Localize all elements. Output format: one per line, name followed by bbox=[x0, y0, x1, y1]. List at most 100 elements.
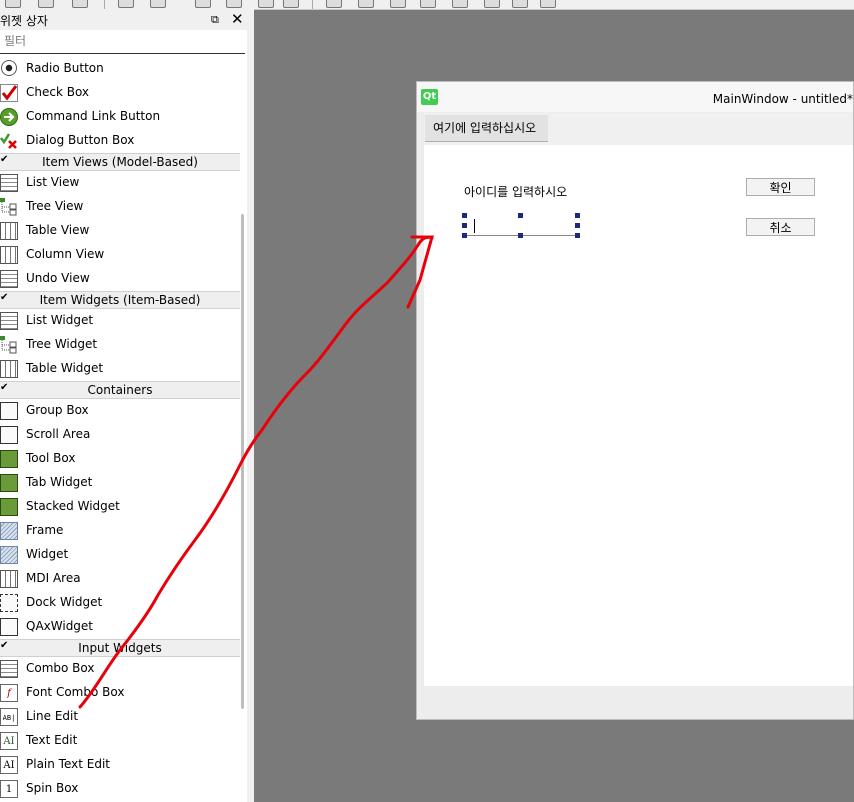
widget-item-label: Radio Button bbox=[26, 61, 104, 75]
filter-field[interactable] bbox=[0, 31, 245, 54]
widget-item-scroll-area[interactable]: Scroll Area bbox=[0, 423, 240, 447]
widget-item-label: Tool Box bbox=[26, 451, 76, 465]
line-edit-icon: AB| bbox=[0, 708, 18, 726]
table-widget-icon bbox=[0, 360, 18, 378]
id-label: 아이디를 입력하시오 bbox=[464, 185, 568, 199]
close-panel-icon[interactable]: ✕ bbox=[231, 10, 244, 28]
widget-item-column-view[interactable]: Column View bbox=[0, 243, 240, 267]
layout-grid-icon[interactable] bbox=[452, 0, 468, 8]
save-form-icon[interactable] bbox=[72, 0, 88, 8]
selection-handle[interactable] bbox=[575, 233, 580, 238]
widget-item-dialog-button-box[interactable]: Dialog Button Box bbox=[0, 129, 240, 153]
edit-tab-order-icon[interactable] bbox=[283, 0, 299, 8]
mdi-area-icon bbox=[0, 570, 18, 588]
selection-handle[interactable] bbox=[462, 223, 467, 228]
widget-item-label: Tree Widget bbox=[26, 337, 98, 351]
edit-buddies-icon[interactable] bbox=[258, 0, 274, 8]
category-label: Containers bbox=[87, 383, 153, 397]
selection-handle[interactable] bbox=[462, 233, 467, 238]
category-containers[interactable]: ✔ Containers bbox=[0, 381, 240, 399]
text-edit-icon: AI bbox=[0, 732, 18, 750]
widget-item-command-link-button[interactable]: Command Link Button bbox=[0, 105, 240, 129]
layout-vertical-icon[interactable] bbox=[358, 0, 374, 8]
widget-item-tab-widget[interactable]: Tab Widget bbox=[0, 471, 240, 495]
widget-item-table-widget[interactable]: Table Widget bbox=[0, 357, 240, 381]
category-label: Input Widgets bbox=[78, 641, 162, 655]
widget-item-stacked-widget[interactable]: Stacked Widget bbox=[0, 495, 240, 519]
edit-widgets-icon[interactable] bbox=[195, 0, 211, 8]
widget-item-plain-text-edit[interactable]: AI Plain Text Edit bbox=[0, 753, 240, 777]
selection-handle[interactable] bbox=[575, 223, 580, 228]
selection-handle[interactable] bbox=[518, 233, 523, 238]
widget-item-tool-box[interactable]: Tool Box bbox=[0, 447, 240, 471]
widget-item-combo-box[interactable]: Combo Box bbox=[0, 657, 240, 681]
widget-item-list-widget[interactable]: List Widget bbox=[0, 309, 240, 333]
widget-item-label: Widget bbox=[26, 547, 69, 561]
widget-item-qaxwidget[interactable]: QAxWidget bbox=[0, 615, 240, 639]
table-view-icon bbox=[0, 222, 18, 240]
widget-item-frame[interactable]: Frame bbox=[0, 519, 240, 543]
widget-item-radio-button[interactable]: Radio Button bbox=[0, 57, 240, 81]
widget-item-label: Line Edit bbox=[26, 709, 79, 723]
selection-handle[interactable] bbox=[518, 213, 523, 218]
qaxwidget-icon bbox=[0, 618, 18, 636]
dock-widget-icon bbox=[0, 594, 18, 612]
list-view-icon bbox=[0, 174, 18, 192]
panel-splitter[interactable] bbox=[247, 9, 254, 802]
layout-splitter-h-icon[interactable] bbox=[390, 0, 406, 8]
panel-scrollbar[interactable] bbox=[241, 214, 244, 709]
widget-item-label: Tab Widget bbox=[26, 475, 93, 489]
widget-item-table-view[interactable]: Table View bbox=[0, 219, 240, 243]
adjust-size-icon[interactable] bbox=[540, 0, 556, 8]
selection-handle[interactable] bbox=[462, 213, 467, 218]
cancel-button[interactable]: 취소 bbox=[746, 218, 815, 236]
edit-signals-icon[interactable] bbox=[226, 0, 242, 8]
widget-item-check-box[interactable]: Check Box bbox=[0, 81, 240, 105]
widget-item-list-view[interactable]: List View bbox=[0, 171, 240, 195]
widget-item-dock-widget[interactable]: Dock Widget bbox=[0, 591, 240, 615]
list-widget-icon bbox=[0, 312, 18, 330]
float-panel-icon[interactable]: ⧉ bbox=[211, 13, 219, 27]
widget-item-font-combo-box[interactable]: f Font Combo Box bbox=[0, 681, 240, 705]
copy-icon[interactable] bbox=[150, 0, 166, 8]
widget-item-label: Check Box bbox=[26, 85, 90, 99]
break-layout-icon[interactable] bbox=[512, 0, 528, 8]
widget-item-text-edit[interactable]: AI Text Edit bbox=[0, 729, 240, 753]
widget-list: Radio Button Check Box Command Link Butt… bbox=[0, 57, 240, 801]
widget-item-label: Stacked Widget bbox=[26, 499, 120, 513]
layout-form-icon[interactable] bbox=[484, 0, 500, 8]
widget-item-tree-widget[interactable]: Tree Widget bbox=[0, 333, 240, 357]
selection-handle[interactable] bbox=[575, 213, 580, 218]
scroll-area-icon bbox=[0, 426, 18, 444]
widget-item-label: Dialog Button Box bbox=[26, 133, 135, 147]
category-input-widgets[interactable]: ✔ Input Widgets bbox=[0, 639, 240, 657]
ok-button[interactable]: 확인 bbox=[746, 178, 815, 196]
widget-box-panel: 위젯 상자 ⧉ ✕ Radio Button Check Box Command… bbox=[0, 9, 247, 802]
form-central-widget[interactable]: 아이디를 입력하시오 확인 취소 bbox=[424, 145, 853, 686]
widget-item-mdi-area[interactable]: MDI Area bbox=[0, 567, 240, 591]
widget-item-label: List Widget bbox=[26, 313, 94, 327]
widget-item-tree-view[interactable]: Tree View bbox=[0, 195, 240, 219]
widget-item-undo-view[interactable]: Undo View bbox=[0, 267, 240, 291]
filter-input[interactable] bbox=[0, 31, 238, 51]
text-cursor bbox=[474, 219, 475, 233]
widget-item-label: List View bbox=[26, 175, 80, 189]
widget-item-widget[interactable]: Widget bbox=[0, 543, 240, 567]
form-title-bar: Qt MainWindow - untitled* bbox=[417, 82, 853, 112]
category-item-widgets[interactable]: ✔ Item Widgets (Item-Based) bbox=[0, 291, 240, 309]
widget-item-group-box[interactable]: Group Box bbox=[0, 399, 240, 423]
cut-icon[interactable] bbox=[118, 0, 134, 8]
designer-form-window[interactable]: Qt MainWindow - untitled* 여기에 입력하십시오 아이디… bbox=[416, 81, 854, 720]
new-form-icon[interactable] bbox=[5, 0, 21, 8]
layout-horizontal-icon[interactable] bbox=[326, 0, 342, 8]
widget-item-line-edit[interactable]: AB| Line Edit bbox=[0, 705, 240, 729]
widget-item-spin-box[interactable]: 1 Spin Box bbox=[0, 777, 240, 801]
category-item-views[interactable]: ✔ Item Views (Model-Based) bbox=[0, 153, 240, 171]
layout-splitter-v-icon[interactable] bbox=[420, 0, 436, 8]
tree-view-icon bbox=[0, 198, 18, 216]
menu-type-here[interactable]: 여기에 입력하십시오 bbox=[425, 115, 549, 142]
widget-item-label: Scroll Area bbox=[26, 427, 91, 441]
open-form-icon[interactable] bbox=[38, 0, 54, 8]
spin-box-icon: 1 bbox=[0, 780, 18, 798]
panel-title-bar: 위젯 상자 ⧉ ✕ bbox=[0, 9, 247, 30]
